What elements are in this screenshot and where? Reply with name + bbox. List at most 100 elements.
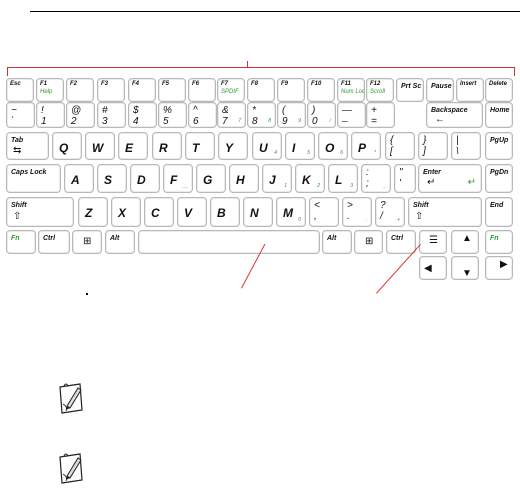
- fn-key-3[interactable]: F3: [97, 78, 125, 102]
- pgdn-key[interactable]: PgDn: [485, 164, 513, 193]
- key-l[interactable]: L3: [328, 164, 358, 193]
- fn-label: Fn: [490, 235, 499, 242]
- number-key-5[interactable]: % 5: [158, 102, 187, 128]
- key-d[interactable]: D: [130, 164, 160, 193]
- spacebar[interactable]: [138, 230, 320, 254]
- punct-key-2[interactable]: ? / +: [375, 197, 405, 227]
- right-shift-key[interactable]: Shift ⇧: [408, 197, 482, 227]
- key-k[interactable]: K2: [295, 164, 325, 193]
- ctrl-key-left[interactable]: Ctrl: [38, 230, 70, 254]
- number-key-0[interactable]: ~ `: [6, 102, 35, 128]
- key-c[interactable]: C: [144, 197, 174, 227]
- number-key-1[interactable]: ! 1: [36, 102, 65, 128]
- key-t[interactable]: T: [185, 132, 215, 160]
- key-u[interactable]: U4: [252, 132, 282, 160]
- fn-key-8[interactable]: F8: [247, 78, 275, 102]
- number-key-2[interactable]: @2: [66, 102, 95, 128]
- number-key-12[interactable]: + =: [366, 102, 395, 128]
- key-r[interactable]: R: [152, 132, 182, 160]
- tab-key[interactable]: Tab ⇆: [6, 132, 49, 160]
- windows-key-right[interactable]: ⊞: [354, 230, 383, 254]
- ctrl-key-right[interactable]: Ctrl: [386, 230, 416, 254]
- fn-key-11[interactable]: F11 Num Lock: [337, 78, 365, 102]
- fn-key-14[interactable]: Pause Break: [426, 78, 454, 102]
- pgup-key[interactable]: PgUp: [485, 132, 513, 160]
- end-key[interactable]: End: [485, 197, 513, 227]
- arrow-down-key[interactable]: ▼: [451, 256, 479, 280]
- alt-key-right[interactable]: Alt: [322, 230, 352, 254]
- arrow-right-key[interactable]: ▶: [485, 256, 513, 280]
- key-o[interactable]: O6: [318, 132, 348, 160]
- key-y[interactable]: Y: [218, 132, 248, 160]
- quote-key[interactable]: " ': [394, 164, 416, 193]
- backspace-key[interactable]: Backspace ←: [426, 102, 483, 128]
- home-key[interactable]: Home: [485, 102, 513, 128]
- arrow-up-key[interactable]: ▲: [451, 230, 479, 254]
- key-w[interactable]: W: [85, 132, 115, 160]
- key-f[interactable]: F __: [163, 164, 193, 193]
- fn-key-4[interactable]: F4: [128, 78, 156, 102]
- key-p[interactable]: P *: [351, 132, 381, 160]
- number-key-7[interactable]: & 7 7: [217, 102, 246, 128]
- key-h[interactable]: H: [229, 164, 259, 193]
- key-x[interactable]: X: [111, 197, 141, 227]
- bracket-key-2[interactable]: | \: [451, 132, 481, 160]
- number-key-10[interactable]: ) 0 /: [307, 102, 336, 128]
- fn-key-0[interactable]: Esc: [6, 78, 34, 102]
- punct-key-0[interactable]: <,: [309, 197, 339, 227]
- fn-key-10[interactable]: F10: [307, 78, 335, 102]
- left-shift-key[interactable]: Shift ⇧: [6, 197, 74, 227]
- number-key-bottom: 8: [252, 116, 258, 127]
- fn-key-6[interactable]: F6: [188, 78, 216, 102]
- arrow-left-key[interactable]: ◀: [419, 256, 447, 280]
- fn-key-7[interactable]: F7 SPDIF: [217, 78, 245, 102]
- fn-key-label: Esc: [10, 81, 21, 87]
- key-v[interactable]: V: [177, 197, 207, 227]
- bracket-key-top: }: [423, 135, 427, 146]
- alt-label: Alt: [327, 235, 337, 242]
- bracket-key-1[interactable]: }]: [418, 132, 448, 160]
- key-a[interactable]: A: [64, 164, 94, 193]
- fn-key-left[interactable]: Fn: [6, 230, 36, 254]
- key-g[interactable]: G: [196, 164, 226, 193]
- key-i[interactable]: I5: [285, 132, 315, 160]
- fn-key-5[interactable]: F5: [158, 78, 186, 102]
- windows-key-left[interactable]: ⊞: [72, 230, 102, 254]
- fn-key-sub-label: Help: [40, 89, 53, 95]
- number-key-8[interactable]: * 8 8: [247, 102, 276, 128]
- number-key-6[interactable]: ^ 6: [188, 102, 217, 128]
- fn-key-1[interactable]: F1 Help: [36, 78, 64, 102]
- key-m[interactable]: M0: [276, 197, 306, 227]
- fn-key-right[interactable]: Fn: [485, 230, 513, 254]
- number-key-bottom: 0: [312, 116, 318, 127]
- fn-key-13[interactable]: Prt Sc Sys Rq: [396, 78, 424, 102]
- number-key-bottom: 1: [41, 116, 47, 127]
- menu-key[interactable]: ☰: [419, 230, 447, 254]
- number-key-11[interactable]: — –: [337, 102, 366, 128]
- fn-key-12[interactable]: F12 Scroll: [366, 78, 394, 102]
- note-pen-icon: [59, 383, 83, 414]
- number-key-4[interactable]: $4: [128, 102, 157, 128]
- number-key-9[interactable]: (9 9: [277, 102, 306, 128]
- windows-icon: ⊞: [365, 236, 374, 247]
- fn-key-2[interactable]: F2: [66, 78, 94, 102]
- alt-key-left[interactable]: Alt: [105, 230, 135, 254]
- fn-key-16[interactable]: Delete: [485, 78, 513, 102]
- enter-key[interactable]: Enter ↵ ↵: [418, 164, 482, 193]
- fn-key-9[interactable]: F9: [277, 78, 305, 102]
- punct-key-1[interactable]: >..: [342, 197, 372, 227]
- key-q[interactable]: Q: [52, 132, 82, 160]
- key-n[interactable]: N: [243, 197, 273, 227]
- key-e[interactable]: E: [118, 132, 148, 160]
- key-s[interactable]: S: [97, 164, 127, 193]
- key-z[interactable]: Z: [78, 197, 108, 227]
- key-j[interactable]: J1: [262, 164, 292, 193]
- pgdn-label: PgDn: [490, 169, 509, 176]
- semicolon-key[interactable]: :; _: [361, 164, 391, 193]
- number-key-3[interactable]: #3: [97, 102, 126, 128]
- number-key-top: #: [102, 105, 108, 116]
- key-b[interactable]: B: [210, 197, 240, 227]
- fn-key-15[interactable]: Insert: [456, 78, 484, 102]
- bracket-key-0[interactable]: {[: [385, 132, 415, 160]
- caps-lock-key[interactable]: Caps Lock: [6, 164, 61, 193]
